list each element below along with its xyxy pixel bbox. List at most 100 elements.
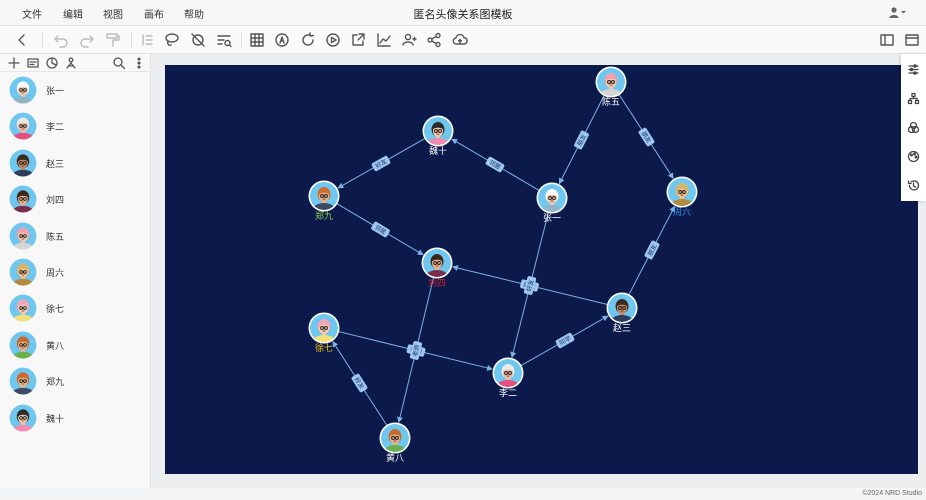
edge-label[interactable]: 好友 xyxy=(351,373,368,393)
person-node-liu4[interactable]: 刘四 xyxy=(421,247,453,289)
edge-label[interactable]: 邻居 xyxy=(485,156,505,173)
shape-library-sidebar: 张一李二赵三 刘四 陈五 周六 徐七 黄八 郑九魏十 xyxy=(0,54,151,488)
edge-label[interactable]: 朋友 xyxy=(638,127,655,147)
node-label: 黄八 xyxy=(386,452,404,463)
palette-icon xyxy=(907,150,920,163)
menu-help[interactable]: 帮助 xyxy=(184,6,204,21)
history-icon xyxy=(907,180,920,191)
redo-button[interactable] xyxy=(79,32,95,48)
clear-format-icon xyxy=(142,34,153,46)
relationship-edge[interactable]: 邻居 xyxy=(336,203,424,256)
relationship-edge[interactable]: 朋友 xyxy=(558,95,605,185)
sidebar-more-button[interactable] xyxy=(132,56,146,70)
theme-button[interactable] xyxy=(907,121,920,134)
people-button[interactable] xyxy=(64,56,78,70)
person-list-item[interactable]: 徐七 xyxy=(0,290,151,326)
person-name: 李二 xyxy=(46,122,65,133)
undo-button[interactable] xyxy=(53,32,69,48)
person-node-zhao3[interactable]: 赵三 xyxy=(606,292,638,334)
person-node-xu7[interactable]: 徐七 xyxy=(308,312,340,354)
menu-edit[interactable]: 编辑 xyxy=(63,6,83,21)
relationship-edge[interactable]: 朋友 xyxy=(628,205,676,295)
person-list-item[interactable]: 魏十 xyxy=(0,400,151,436)
person-list-item[interactable]: 陈五 xyxy=(0,218,151,254)
user-group-button[interactable] xyxy=(401,32,417,48)
style-button[interactable] xyxy=(45,56,59,70)
hide-button[interactable] xyxy=(190,32,206,48)
share-button[interactable] xyxy=(426,32,442,48)
table-icon xyxy=(250,33,264,47)
person-node-zheng9[interactable]: 郑九 xyxy=(308,180,340,222)
relationship-edge[interactable]: 好友 xyxy=(332,340,388,426)
right-floating-panel xyxy=(901,54,926,201)
edge-label[interactable]: 好友 xyxy=(371,155,391,172)
person-node-li2[interactable]: 李二 xyxy=(492,357,524,399)
node-label: 李二 xyxy=(499,387,517,398)
cloud-upload-button[interactable] xyxy=(452,32,468,48)
person-list-item[interactable]: 赵三 xyxy=(0,145,151,181)
menu-canvas[interactable]: 画布 xyxy=(144,6,164,21)
menu-view[interactable]: 视图 xyxy=(103,6,123,21)
play-button[interactable] xyxy=(325,32,341,48)
toggle-left-panel-button[interactable] xyxy=(879,32,895,48)
person-list-item[interactable]: 黄八 xyxy=(0,327,151,363)
relationship-edge[interactable]: 好友 xyxy=(510,212,549,359)
lasso-button[interactable] xyxy=(164,32,180,48)
person-node-wei10[interactable]: 魏十 xyxy=(422,115,454,157)
relationship-edge[interactable]: 朋友 xyxy=(618,94,674,180)
person-list-item[interactable]: 郑九 xyxy=(0,363,151,399)
chart-button[interactable] xyxy=(376,32,392,48)
person-node-chen5[interactable]: 陈五 xyxy=(595,66,627,108)
format-painter-button[interactable] xyxy=(105,32,121,48)
person-list-item[interactable]: 周六 xyxy=(0,254,151,290)
edge-label[interactable]: 老师 xyxy=(409,341,423,361)
hierarchy-icon xyxy=(907,92,920,105)
palette-button[interactable] xyxy=(907,150,920,163)
history-button[interactable] xyxy=(907,179,920,192)
person-list-item[interactable]: 李二 xyxy=(0,108,151,144)
window-button[interactable] xyxy=(904,32,920,48)
user-icon xyxy=(889,7,906,18)
person-list-item[interactable]: 张一 xyxy=(0,72,151,108)
export-button[interactable] xyxy=(350,32,366,48)
status-bar: ©2024 NRD Studio xyxy=(0,488,926,500)
refresh-button[interactable] xyxy=(300,32,316,48)
relationship-edge[interactable]: 好友 xyxy=(337,137,426,189)
canvas-area: 朋友朋友邻居好友邻居好友好友朋友同学老师老师好友张一李二赵三刘四陈五周六徐七黄八… xyxy=(151,54,926,488)
avatar xyxy=(9,185,37,213)
relationship-edge[interactable]: 邻居 xyxy=(451,138,540,191)
relationship-graph[interactable]: 朋友朋友邻居好友邻居好友好友朋友同学老师老师好友张一李二赵三刘四陈五周六徐七黄八… xyxy=(165,65,918,474)
edge-label[interactable]: 好友 xyxy=(523,276,537,296)
compass-icon xyxy=(46,57,58,69)
edge-label[interactable]: 朋友 xyxy=(644,240,660,260)
person-node-huang8[interactable]: 黄八 xyxy=(379,422,411,464)
person-node-zhou6[interactable]: 周六 xyxy=(666,176,698,218)
search-icon xyxy=(113,57,126,70)
plus-icon xyxy=(8,57,20,69)
node-label: 郑九 xyxy=(315,210,333,221)
find-replace-icon xyxy=(217,35,232,48)
person-tree-icon xyxy=(66,57,76,69)
diagram-canvas[interactable]: 朋友朋友邻居好友邻居好友好友朋友同学老师老师好友张一李二赵三刘四陈五周六徐七黄八… xyxy=(165,65,918,474)
node-label: 赵三 xyxy=(613,322,631,333)
auto-layout-button[interactable] xyxy=(274,32,290,48)
hierarchy-button[interactable] xyxy=(907,92,920,105)
edge-label[interactable]: 朋友 xyxy=(573,130,589,150)
menu-file[interactable]: 文件 xyxy=(22,6,42,21)
relationship-edge[interactable]: 老师 xyxy=(397,277,434,424)
adjust-button[interactable] xyxy=(907,63,920,76)
person-list-item[interactable]: 刘四 xyxy=(0,181,151,217)
add-button[interactable] xyxy=(7,56,21,70)
table-button[interactable] xyxy=(249,32,265,48)
person-name: 魏十 xyxy=(46,413,65,424)
edge-label[interactable]: 邻居 xyxy=(370,221,390,238)
person-node-zhang1[interactable]: 张一 xyxy=(536,182,568,224)
relationship-edge[interactable]: 同学 xyxy=(520,315,609,367)
template-button[interactable] xyxy=(26,56,40,70)
find-replace-button[interactable] xyxy=(216,32,232,48)
user-menu-button[interactable] xyxy=(888,6,908,20)
edge-label[interactable]: 同学 xyxy=(555,332,575,349)
sidebar-search-button[interactable] xyxy=(112,56,126,70)
back-button[interactable] xyxy=(14,32,30,48)
clear-format-button[interactable] xyxy=(139,32,155,48)
